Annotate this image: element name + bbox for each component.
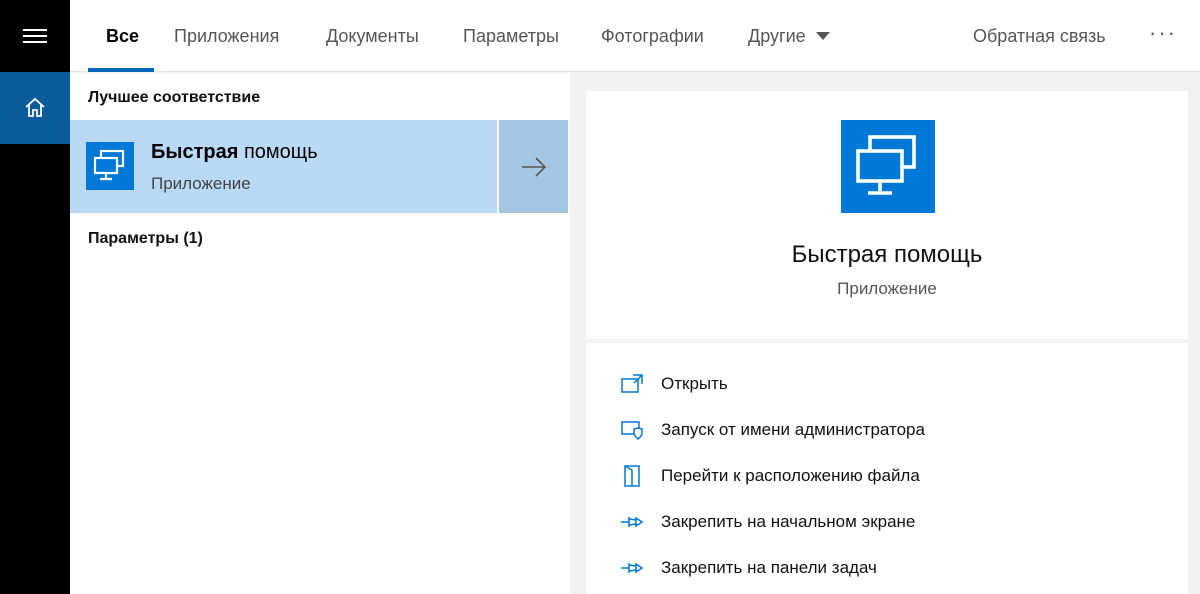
- best-match-title-rest: помощь: [238, 141, 318, 163]
- admin-shield-icon: [620, 418, 644, 442]
- open-details-button[interactable]: [499, 120, 568, 213]
- search-tabs-bar: Все Приложения Документы Параметры Фотог…: [70, 0, 1200, 72]
- best-match-title-bold: Быстрая: [151, 141, 239, 163]
- tab-more-dropdown[interactable]: Другие: [748, 0, 830, 72]
- pin-icon: [620, 510, 644, 534]
- hamburger-icon: [23, 28, 47, 44]
- active-tab-indicator: [88, 68, 154, 72]
- best-match-subtitle: Приложение: [151, 174, 251, 193]
- remote-assist-icon: [86, 142, 134, 190]
- best-match-title: Быстрая помощь: [151, 141, 318, 164]
- action-pin-to-start[interactable]: Закрепить на начальном экране: [586, 499, 1188, 545]
- home-button[interactable]: [0, 72, 70, 144]
- hamburger-menu-button[interactable]: [0, 0, 70, 72]
- arrow-right-icon: [521, 156, 546, 177]
- chevron-down-icon: [815, 32, 830, 40]
- detail-panel: Быстрая помощь Приложение Открыть Запуск…: [586, 91, 1188, 594]
- open-icon: [620, 372, 644, 396]
- best-match-result[interactable]: Быстрая помощь Приложение: [70, 120, 497, 213]
- action-label: Запуск от имени администратора: [661, 420, 925, 439]
- settings-results-header[interactable]: Параметры (1): [88, 230, 203, 248]
- best-match-header: Лучшее соответствие: [88, 89, 261, 106]
- action-label: Закрепить на начальном экране: [661, 512, 916, 531]
- file-location-icon: [620, 464, 644, 488]
- pin-icon: [620, 556, 644, 580]
- home-icon: [25, 97, 45, 117]
- detail-header: Быстрая помощь Приложение: [586, 91, 1188, 339]
- detail-subtitle: Приложение: [837, 279, 937, 298]
- tab-more-label: Другие: [748, 26, 806, 46]
- tab-documents[interactable]: Документы: [326, 0, 419, 72]
- left-rail: [0, 0, 70, 594]
- feedback-link[interactable]: Обратная связь: [973, 0, 1106, 72]
- action-label: Открыть: [661, 374, 728, 393]
- detail-title: Быстрая помощь: [791, 241, 983, 268]
- tab-settings[interactable]: Параметры: [463, 0, 559, 72]
- action-open-file-location[interactable]: Перейти к расположению файла: [586, 453, 1188, 499]
- tab-photos[interactable]: Фотографии: [601, 0, 704, 72]
- action-label: Перейти к расположению файла: [661, 466, 920, 485]
- tab-all[interactable]: Все: [106, 0, 139, 72]
- results-panel: Лучшее соответствие Быстрая помощь Прило…: [70, 73, 570, 594]
- tab-apps[interactable]: Приложения: [174, 0, 279, 72]
- action-open[interactable]: Открыть: [586, 361, 1188, 407]
- remote-assist-icon: [841, 120, 935, 213]
- more-options-button[interactable]: ···: [1149, 0, 1177, 72]
- action-run-as-admin[interactable]: Запуск от имени администратора: [586, 407, 1188, 453]
- action-pin-to-taskbar[interactable]: Закрепить на панели задач: [586, 545, 1188, 591]
- action-label: Закрепить на панели задач: [661, 558, 877, 577]
- search-window: Все Приложения Документы Параметры Фотог…: [0, 0, 1200, 594]
- divider: [586, 339, 1188, 343]
